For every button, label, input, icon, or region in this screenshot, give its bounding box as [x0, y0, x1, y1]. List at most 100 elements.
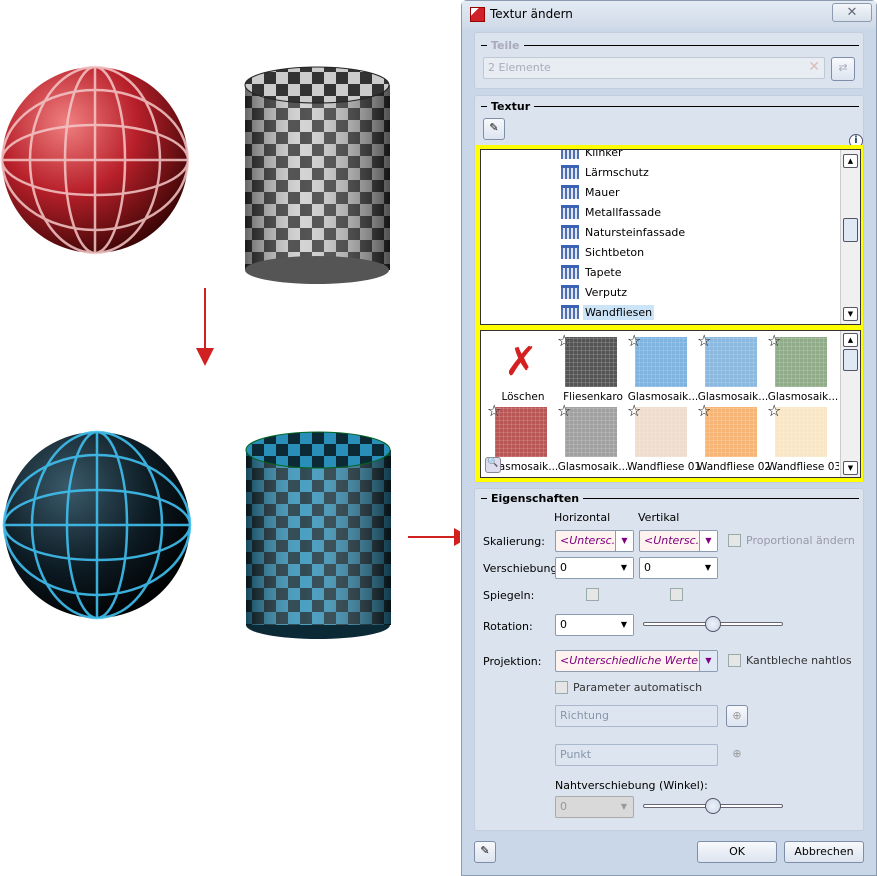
skalierung-h-combo[interactable]: <Untersc... ▼ — [555, 530, 634, 552]
spiegeln-label: Spiegeln: — [483, 589, 535, 602]
blue-sphere — [2, 430, 192, 620]
texture-thumbnail[interactable]: ☆ Fliesenkaro — [557, 331, 627, 407]
tree-item[interactable]: Sichtbeton — [561, 242, 646, 262]
tree-item[interactable]: Metallfassade — [561, 202, 663, 222]
chevron-down-icon[interactable]: ▼ — [699, 651, 717, 671]
parameter-auto-checkbox[interactable] — [555, 681, 568, 694]
delete-icon: ✗ — [504, 339, 538, 385]
scroll-up-button[interactable]: ▲ — [843, 154, 858, 168]
favorite-star-icon[interactable]: ☆ — [487, 401, 501, 420]
favorite-star-icon[interactable]: ☆ — [627, 401, 641, 420]
spiegeln-v-checkbox[interactable] — [670, 588, 683, 601]
skalierung-label: Skalierung: — [483, 535, 545, 548]
chevron-down-icon[interactable]: ▼ — [615, 531, 633, 551]
favorite-star-icon[interactable]: ☆ — [557, 331, 571, 350]
favorite-star-icon[interactable]: ☆ — [697, 401, 711, 420]
texture-swatch — [775, 337, 827, 387]
thumbnails-scrollbar[interactable]: ▲ ▼ — [840, 331, 860, 477]
select-parts-icon: ⇄ — [838, 61, 848, 74]
skalierung-h-value: <Untersc... — [560, 534, 623, 547]
texture-thumbnail[interactable]: ☆ Wandfliese 01 — [627, 401, 699, 477]
red-sphere — [0, 65, 190, 255]
texture-thumbnail[interactable]: ☆ Glasmosaik... — [557, 401, 629, 477]
teile-field[interactable]: 2 Elemente ✕ — [483, 57, 825, 79]
favorite-star-icon[interactable]: ☆ — [557, 401, 571, 420]
proportional-label: Proportional ändern — [746, 534, 855, 547]
tree-item[interactable]: Tapete — [561, 262, 623, 282]
tree-item[interactable]: Wandfliesen — [561, 302, 655, 322]
texture-thumbnail[interactable]: ☆ Wandfliese 03 — [767, 401, 839, 477]
thumbnail-label: Wandfliese 01 — [627, 461, 699, 473]
verschiebung-h-combo[interactable]: 0 ▼ — [555, 557, 634, 579]
texture-thumbnail[interactable]: ☆ Glasmosaik... — [627, 331, 698, 407]
pick-icon: ⊕ — [732, 709, 742, 722]
texture-thumbnail[interactable]: ☆ Glasmosaik... — [697, 331, 768, 407]
scroll-down-button[interactable]: ▼ — [843, 461, 858, 475]
texture-swatch — [495, 407, 547, 457]
tree-item[interactable]: Mauer — [561, 182, 622, 202]
select-parts-button[interactable]: ⇄ — [831, 57, 855, 81]
eyedropper-bottom-button[interactable]: ✎ — [474, 841, 496, 863]
tree-item[interactable]: Lärmschutz — [561, 162, 651, 182]
texture-folder-icon — [561, 245, 579, 259]
vertikal-header: Vertikal — [638, 511, 680, 524]
favorite-star-icon[interactable]: ☆ — [767, 401, 781, 420]
chevron-down-icon[interactable]: ▼ — [699, 531, 717, 551]
verschiebung-h-value: 0 — [560, 561, 567, 574]
texture-folder-icon — [561, 205, 579, 219]
texture-thumbnail[interactable]: ✗ Löschen — [487, 335, 557, 407]
favorite-star-icon[interactable]: ☆ — [627, 331, 641, 350]
scroll-thumb[interactable] — [843, 218, 858, 242]
spiegeln-h-checkbox[interactable] — [586, 588, 599, 601]
richtung-field[interactable]: Richtung — [555, 705, 718, 727]
favorite-star-icon[interactable]: ☆ — [767, 331, 781, 350]
favorite-star-icon[interactable]: ☆ — [697, 331, 711, 350]
punkt-field[interactable]: Punkt — [555, 744, 718, 766]
chevron-down-icon[interactable]: ▼ — [615, 797, 633, 817]
punkt-pick-button[interactable]: ⊕ — [726, 744, 748, 766]
texture-thumbnail[interactable]: ☆ Glasmosaik... — [767, 331, 838, 407]
blue-checker-cylinder — [245, 431, 391, 639]
thumbnail-label: Glasmosaik... — [557, 461, 629, 473]
tree-item[interactable]: Klinker — [561, 149, 625, 162]
zoom-icon[interactable]: 🔍 — [485, 457, 501, 473]
tree-item[interactable]: Natursteinfassade — [561, 222, 687, 242]
naht-slider-knob[interactable] — [705, 798, 721, 814]
texture-folder-icon — [561, 285, 579, 299]
naht-combo[interactable]: 0 ▼ — [555, 796, 634, 818]
tree-item-label: Natursteinfassade — [585, 225, 686, 239]
texture-folder-icon — [561, 265, 579, 279]
cancel-button[interactable]: Abbrechen — [784, 841, 864, 863]
chevron-down-icon[interactable]: ▼ — [615, 558, 633, 578]
close-button[interactable]: ✕ — [832, 3, 872, 22]
texture-swatch — [775, 407, 827, 457]
eigenschaften-group: Eigenschaften Horizontal Vertikal Skalie… — [474, 488, 864, 831]
scroll-up-button[interactable]: ▲ — [843, 333, 858, 347]
projektion-combo[interactable]: <Unterschiedliche Werte> ▼ — [555, 650, 718, 672]
thumbnail-label: Wandfliese 03 — [767, 461, 839, 473]
richtung-pick-button[interactable]: ⊕ — [726, 705, 748, 727]
tree-scrollbar[interactable]: ▲ ▼ — [840, 150, 860, 324]
teile-value: 2 Elemente — [488, 61, 551, 74]
texture-thumbnail[interactable]: ☆ Wandfliese 02 — [697, 401, 769, 477]
proportional-checkbox[interactable] — [728, 534, 741, 547]
rotation-combo[interactable]: 0 ▼ — [555, 614, 634, 636]
kantbleche-checkbox[interactable] — [728, 654, 741, 667]
scroll-thumb[interactable] — [843, 349, 858, 371]
clear-icon[interactable]: ✕ — [808, 59, 820, 75]
skalierung-v-combo[interactable]: <Untersc... ▼ — [639, 530, 718, 552]
parameter-auto-label: Parameter automatisch — [573, 681, 703, 694]
chevron-down-icon[interactable]: ▼ — [615, 615, 633, 635]
verschiebung-v-combo[interactable]: 0 ▼ — [639, 557, 718, 579]
rotation-slider-knob[interactable] — [705, 616, 721, 632]
eyedropper-button[interactable]: ✎ — [483, 118, 505, 140]
scroll-down-button[interactable]: ▼ — [843, 307, 858, 321]
tree-item-label: Klinker — [585, 149, 623, 159]
tree-item-label: Wandfliesen — [583, 304, 655, 320]
ok-button[interactable]: OK — [697, 841, 777, 863]
verschiebung-label: Verschiebung: — [483, 562, 562, 575]
chevron-down-icon[interactable]: ▼ — [699, 558, 717, 578]
texture-preview-illustration — [0, 65, 460, 639]
tree-item[interactable]: Verputz — [561, 282, 629, 302]
tree-item-label: Metallfassade — [585, 205, 661, 219]
